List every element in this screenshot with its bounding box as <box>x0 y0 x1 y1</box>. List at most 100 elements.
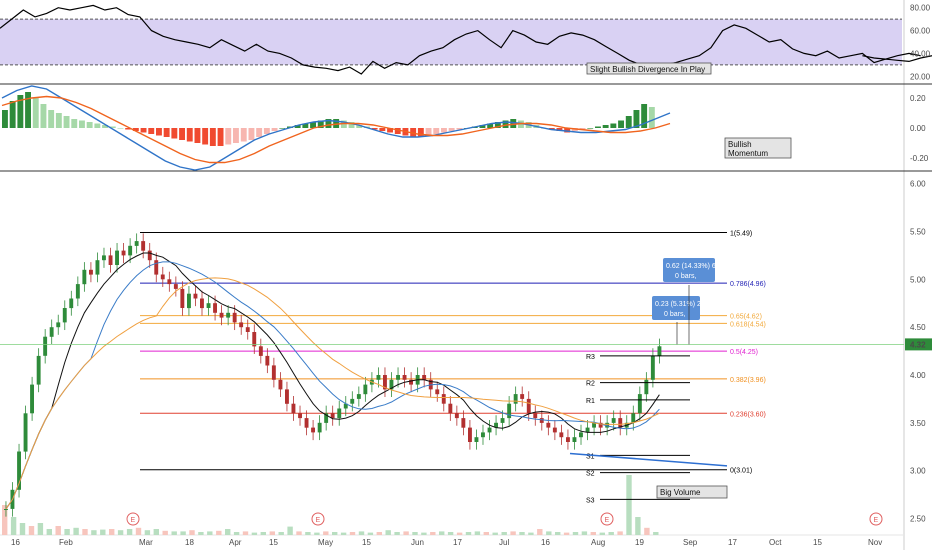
macd-histogram-bar <box>233 128 239 143</box>
volume-bar <box>439 531 445 535</box>
macd-histogram-bar <box>217 128 224 146</box>
volume-bar <box>608 532 614 535</box>
macd-histogram-bar <box>171 128 178 139</box>
volume-bar <box>216 530 222 535</box>
candle-body <box>402 375 407 380</box>
volume-bar <box>349 532 356 535</box>
volume-bar <box>287 526 293 535</box>
macd-histogram-bar <box>2 110 8 128</box>
candle-body <box>337 408 342 419</box>
macd-histogram-bar <box>25 92 31 128</box>
candle-body <box>95 260 100 275</box>
macd-histogram-bar <box>94 123 101 128</box>
candle-body <box>187 293 191 309</box>
candle-body <box>180 288 185 308</box>
last-price-badge: 4.32 <box>905 338 932 351</box>
macd-histogram-bar <box>186 128 193 142</box>
volume-bar <box>546 531 552 535</box>
candle-body <box>520 394 525 399</box>
volume-bar <box>296 531 302 535</box>
macd-histogram-bar <box>156 128 162 136</box>
macd-histogram-bar <box>587 128 594 129</box>
annotation-text: Big Volume <box>660 488 701 497</box>
measure-box-line2: 0 bars, <box>675 273 696 280</box>
big-volume-annotation: Big Volume <box>656 485 728 499</box>
candle-body <box>454 413 459 419</box>
volume-bar <box>314 532 320 535</box>
candle-body <box>23 413 28 452</box>
macd-histogram-bar <box>163 128 170 137</box>
candle-body <box>304 418 309 428</box>
macd-tick-label: -0.20 <box>910 154 929 163</box>
volume-bar <box>19 523 26 535</box>
fib-level-label: 0.382(3.96) <box>730 377 766 384</box>
volume-bar <box>653 532 659 535</box>
volume-bar <box>555 532 561 535</box>
volume-bar <box>242 531 249 535</box>
macd-histogram-bar <box>225 128 232 145</box>
volume-bar <box>55 526 61 535</box>
pivot-label: R1 <box>586 398 595 405</box>
candle-body <box>141 241 146 251</box>
volume-bar <box>323 531 329 535</box>
macd-histogram-bar <box>179 128 185 140</box>
earnings-letter: E <box>131 517 136 524</box>
candle-body <box>441 394 446 404</box>
candle-body <box>213 303 217 313</box>
candle-body <box>200 298 204 309</box>
candle-body <box>487 427 492 433</box>
candle-body <box>468 427 472 442</box>
candle-body <box>271 365 276 380</box>
volume-bar <box>117 530 124 535</box>
volume-bar <box>519 532 525 535</box>
time-tick-label: 15 <box>813 538 822 547</box>
volume-bar <box>278 532 284 535</box>
volume-bar <box>153 529 159 535</box>
price-tick-label: 5.00 <box>910 275 926 284</box>
macd-histogram-bar <box>240 128 247 142</box>
macd-histogram-bar <box>648 107 655 128</box>
macd-histogram-bar <box>625 116 632 128</box>
macd-histogram-bar <box>271 128 278 131</box>
candle-body <box>43 336 48 356</box>
macd-histogram-bar <box>63 116 70 128</box>
volume-bar <box>492 532 498 535</box>
time-tick-label: May <box>318 538 333 547</box>
candle-body <box>448 403 453 414</box>
macd-histogram-bar <box>71 119 78 128</box>
chart-canvas[interactable]: Slight Bullish Divergence In Play Bullis… <box>0 0 932 550</box>
volume-bar <box>207 531 213 535</box>
volume-bar <box>358 531 365 535</box>
macd-histogram-bar <box>117 128 124 129</box>
volume-bar <box>385 530 391 535</box>
volume-bar <box>483 532 489 535</box>
candle-body <box>147 250 152 261</box>
macd-histogram-bar <box>194 128 201 143</box>
candle-body <box>559 432 564 438</box>
macd-histogram-bar <box>9 101 16 128</box>
volume-bar <box>474 531 481 535</box>
candle-body <box>350 398 355 404</box>
macd-histogram-bar <box>48 110 55 128</box>
macd-histogram-bar <box>32 98 39 128</box>
candle-body <box>611 418 616 423</box>
measure-box-line2: 0 bars, <box>664 311 685 318</box>
earnings-marker: E <box>869 512 883 526</box>
fib-level-label: 0.5(4.25) <box>730 349 758 356</box>
volume-bar <box>135 527 142 535</box>
macd-histogram-bar <box>202 128 209 145</box>
macd-histogram-bar <box>379 128 386 131</box>
volume-bar <box>590 532 596 535</box>
time-tick-label: 16 <box>11 538 20 547</box>
volume-bar <box>91 530 97 535</box>
candle-body <box>474 437 479 442</box>
annotation-text: Slight Bullish Divergence In Play <box>590 65 705 74</box>
macd-histogram-bar <box>248 128 255 140</box>
time-tick-label: 17 <box>453 538 462 547</box>
macd-histogram-bar <box>441 128 447 133</box>
price-tick-label: 3.50 <box>910 419 926 428</box>
candle-body <box>232 312 237 323</box>
volume-bar <box>109 529 115 535</box>
time-tick-label: 16 <box>541 538 550 547</box>
candle-body <box>56 322 61 328</box>
